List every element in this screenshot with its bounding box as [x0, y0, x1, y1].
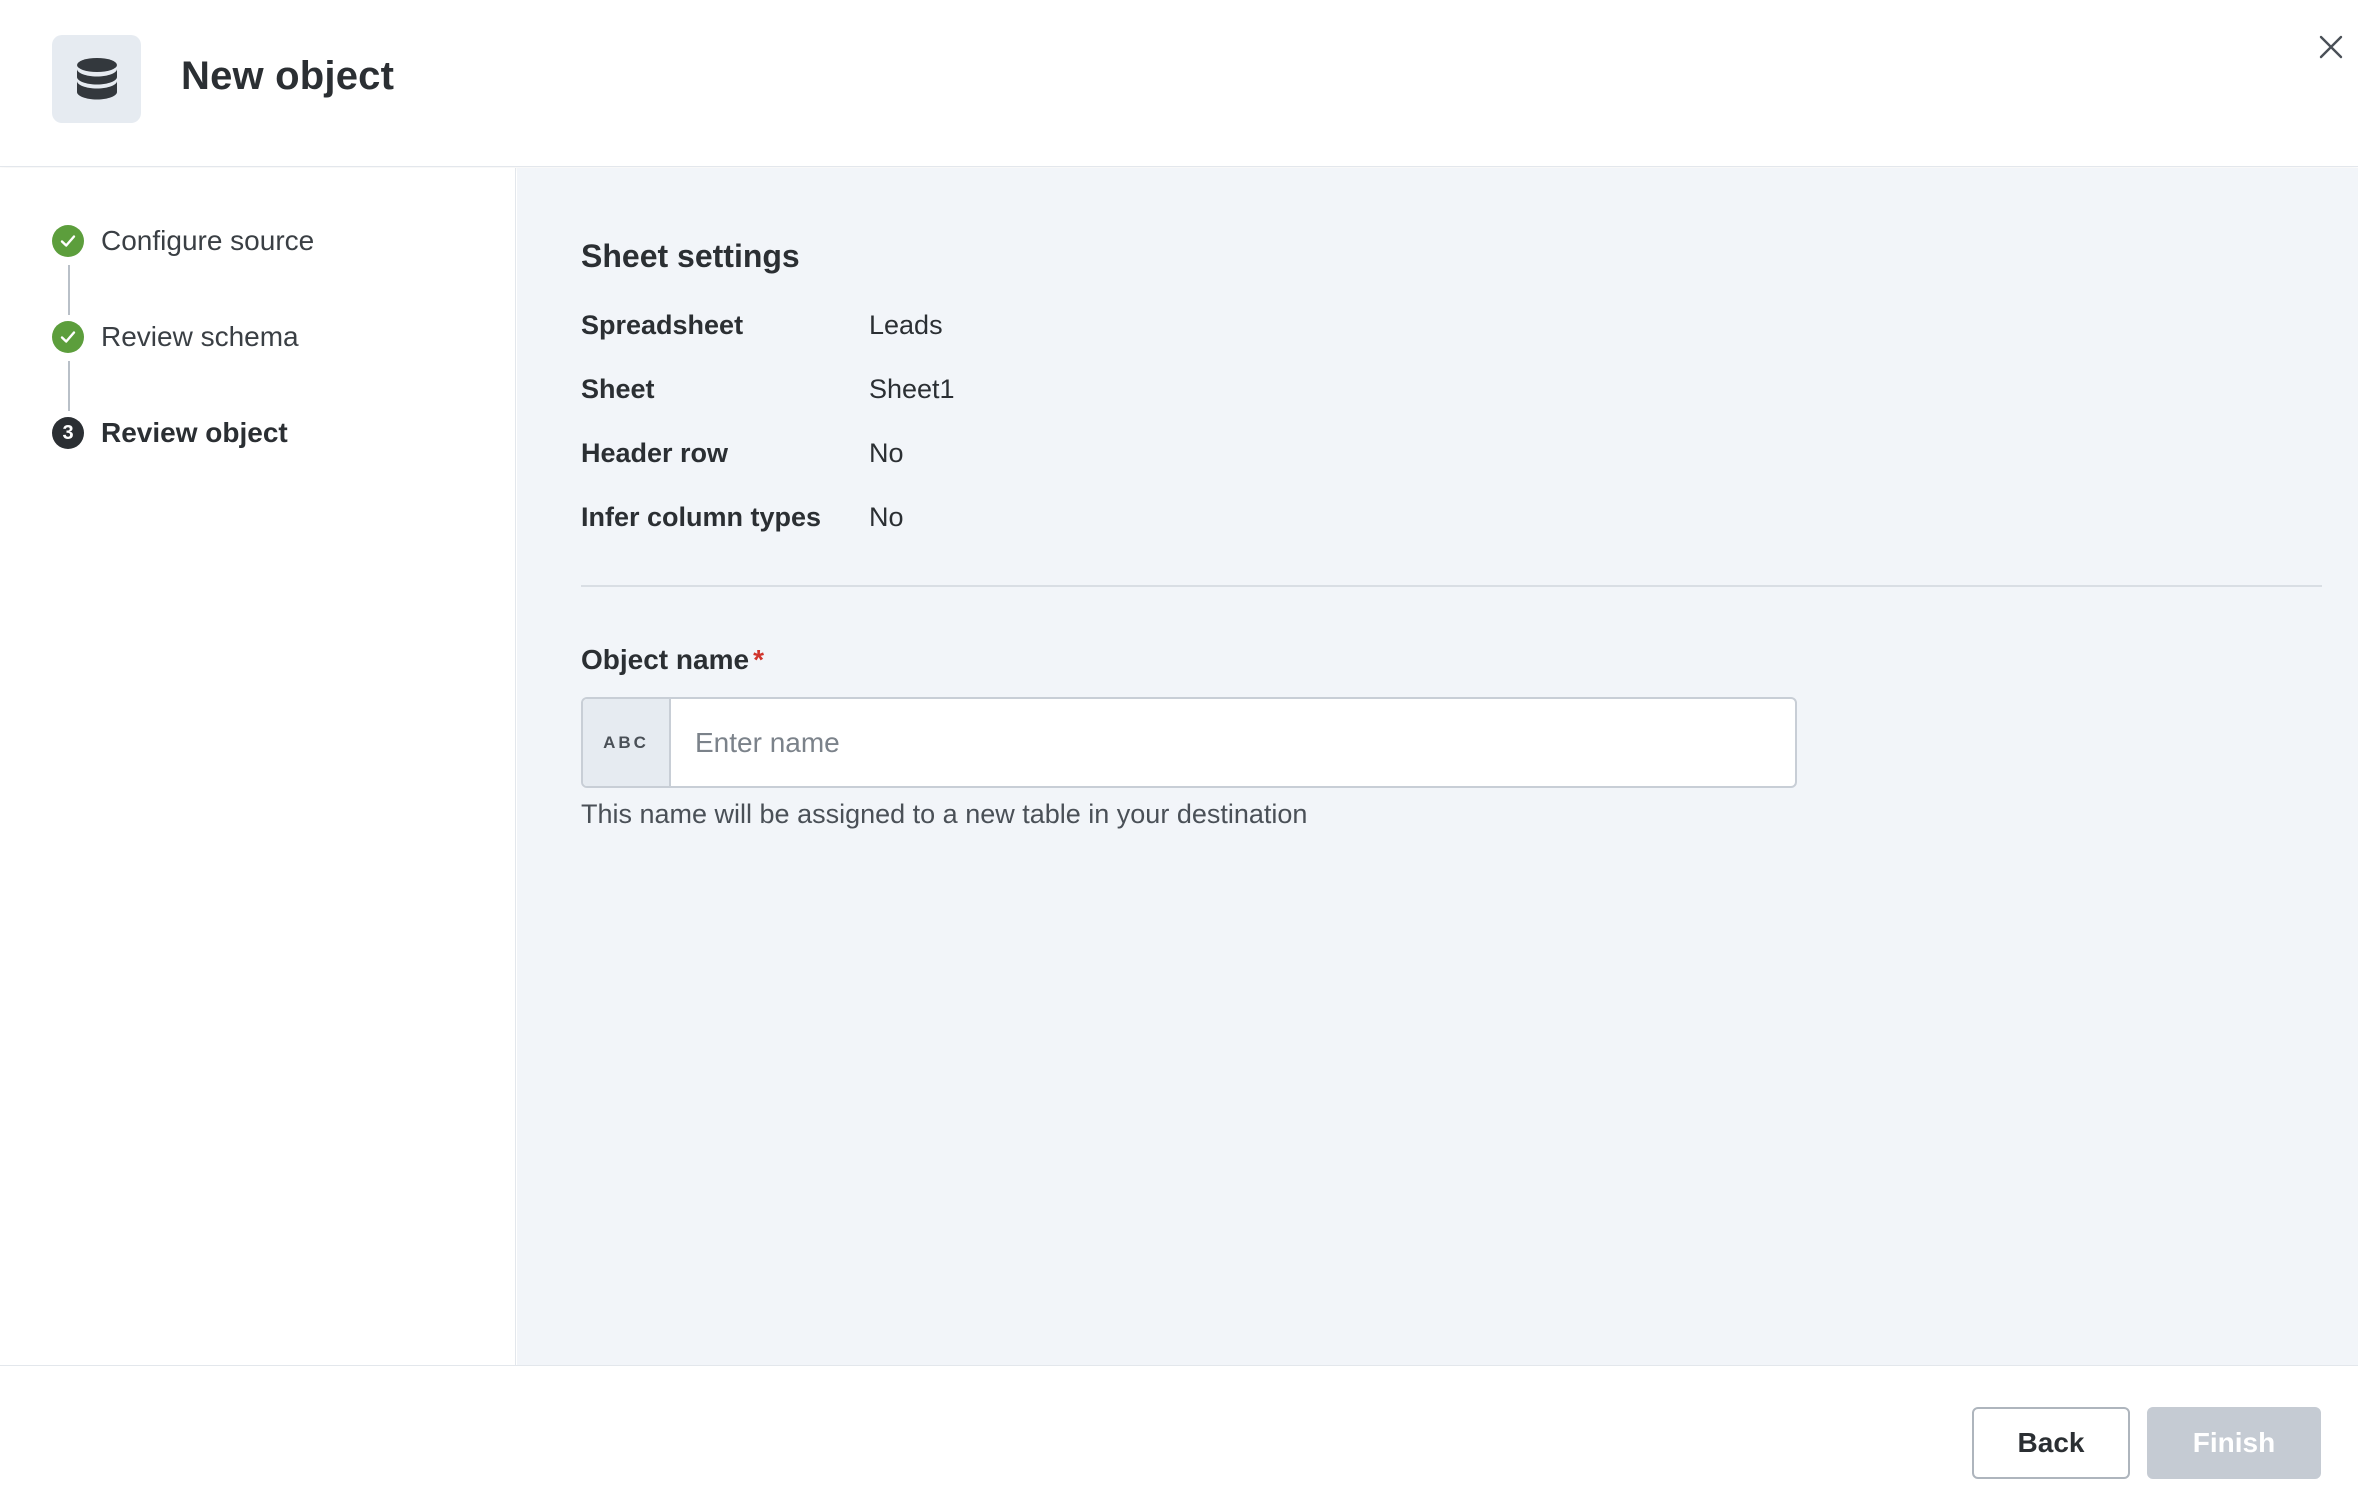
step-label: Configure source: [101, 225, 315, 256]
dialog-title: New object: [181, 54, 395, 98]
check-icon: [52, 225, 84, 257]
required-asterisk: *: [753, 644, 764, 675]
object-name-label-text: Object name: [581, 644, 750, 675]
setting-value: No: [869, 437, 904, 468]
section-divider: [581, 585, 2322, 587]
object-name-label: Object name *: [581, 644, 764, 676]
close-button[interactable]: [2314, 30, 2348, 64]
new-object-dialog: New object Configure source Review schem…: [0, 0, 2358, 1510]
setting-key: Header row: [581, 437, 729, 468]
setting-key: Sheet: [581, 373, 655, 404]
setting-row-spreadsheet: Spreadsheet Leads: [581, 305, 943, 345]
database-icon: [52, 35, 141, 123]
step-review-object[interactable]: 3 Review object: [52, 413, 288, 453]
text-type-icon: ABC: [583, 699, 671, 786]
object-name-input[interactable]: [671, 699, 1795, 786]
dialog-footer: Back Finish: [0, 1365, 2358, 1510]
object-name-help-text: This name will be assigned to a new tabl…: [581, 799, 1308, 829]
setting-value: No: [869, 501, 904, 532]
finish-button[interactable]: Finish: [2147, 1407, 2321, 1479]
dialog-header: New object: [0, 0, 2358, 167]
check-icon: [52, 321, 84, 353]
setting-key: Spreadsheet: [581, 309, 744, 340]
sheet-settings-title: Sheet settings: [581, 238, 800, 274]
close-icon: [2319, 35, 2343, 59]
step-configure-source[interactable]: Configure source: [52, 221, 314, 261]
setting-key: Infer column types: [581, 501, 822, 532]
setting-value: Leads: [869, 309, 943, 340]
setting-value: Sheet1: [869, 373, 955, 404]
main-content: Sheet settings Spreadsheet Leads Sheet S…: [517, 168, 2358, 1365]
setting-row-header-row: Header row No: [581, 433, 904, 473]
stepper-sidebar: Configure source Review schema 3 Review …: [0, 168, 516, 1365]
setting-row-infer-column-types: Infer column types No: [581, 497, 904, 537]
setting-row-sheet: Sheet Sheet1: [581, 369, 955, 409]
back-button[interactable]: Back: [1972, 1407, 2130, 1479]
step-label: Review object: [101, 417, 288, 448]
step-label: Review schema: [101, 321, 299, 352]
step-connector: [68, 361, 70, 411]
step-number-badge: 3: [52, 417, 84, 449]
step-review-schema[interactable]: Review schema: [52, 317, 299, 357]
object-name-input-group: ABC: [581, 697, 1797, 788]
step-connector: [68, 265, 70, 315]
